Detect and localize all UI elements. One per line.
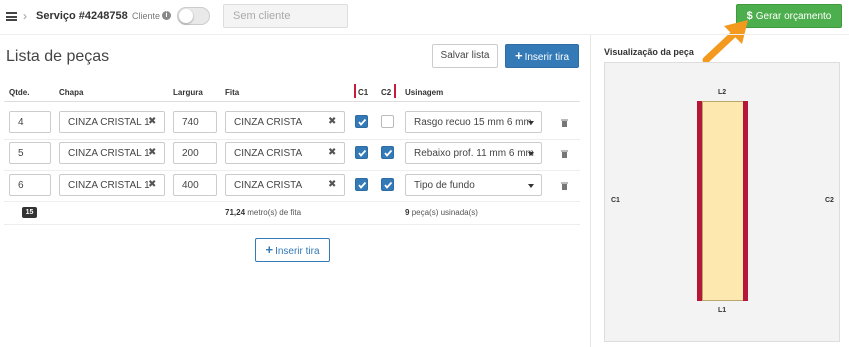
info-icon[interactable]: i [162, 11, 171, 20]
machined-total: 9 peça(s) usinada(s) [405, 208, 478, 217]
row-divider [4, 139, 580, 140]
clear-sheet-icon[interactable]: ✖ [148, 116, 156, 127]
column-header-c2: C2 [381, 88, 392, 97]
width-input[interactable]: 740 [173, 111, 217, 133]
column-header-width: Largura [173, 88, 203, 97]
machined-count-value: 9 [405, 208, 410, 217]
panel-divider [590, 35, 591, 347]
trash-icon[interactable] [561, 119, 568, 127]
clear-tape-icon[interactable]: ✖ [328, 116, 336, 127]
list-menu-icon[interactable] [6, 12, 17, 21]
header-divider [4, 101, 580, 102]
tape-meters-value: 71,24 [225, 208, 246, 217]
trash-icon[interactable] [561, 150, 568, 158]
row-divider [4, 201, 580, 202]
c2-checkbox[interactable] [381, 146, 394, 159]
column-header-machining: Usinagem [405, 88, 444, 97]
toggle-knob [179, 9, 193, 23]
top-divider [0, 34, 849, 35]
c1-checkbox[interactable] [355, 146, 368, 159]
trash-icon[interactable] [561, 182, 568, 190]
machining-select[interactable]: Rebaixo prof. 11 mm 6 mm [405, 142, 542, 164]
qty-input[interactable]: 5 [9, 142, 51, 164]
c1-checkbox[interactable] [355, 115, 368, 128]
plus-icon: + [265, 242, 274, 257]
generate-quote-label: Gerar orçamento [755, 11, 832, 22]
column-header-c1: C1 [358, 88, 369, 97]
chevron-right-icon: › [23, 9, 27, 23]
caret-down-icon [528, 121, 534, 125]
tape-meters-suffix: metro(s) de fita [247, 208, 302, 217]
column-header-qty: Qtde. [9, 88, 30, 97]
top-bar: › Serviço #4248758 Cliente i Sem cliente… [0, 0, 849, 64]
c2-edge-marker [394, 84, 396, 98]
arrow-pointer-icon [702, 20, 748, 64]
clear-tape-icon[interactable]: ✖ [328, 147, 336, 158]
label-c2: C2 [825, 197, 834, 204]
label-l2: L2 [718, 89, 727, 96]
machined-count-suffix: peça(s) usinada(s) [411, 208, 478, 217]
insert-strip-label: Inserir tira [275, 246, 320, 257]
qty-input[interactable]: 4 [9, 111, 51, 133]
tape-select[interactable]: CINZA CRISTA [225, 174, 345, 196]
client-select[interactable]: Sem cliente [223, 4, 348, 28]
service-title: Serviço #4248758 [36, 10, 128, 22]
c2-checkbox[interactable] [381, 178, 394, 191]
piece-count-badge: 15 [22, 207, 37, 218]
plus-icon: + [514, 48, 523, 63]
machining-select[interactable]: Rasgo recuo 15 mm 6 mm [405, 111, 542, 133]
c1-checkbox[interactable] [355, 178, 368, 191]
save-list-button[interactable]: Salvar lista [432, 44, 498, 68]
page-title: Lista de peças [6, 48, 110, 65]
tape-select[interactable]: CINZA CRISTA [225, 111, 345, 133]
clear-tape-icon[interactable]: ✖ [328, 179, 336, 190]
width-input[interactable]: 400 [173, 174, 217, 196]
label-c1: C1 [611, 197, 620, 204]
column-header-tape: Fita [225, 88, 240, 97]
insert-strip-button-bottom[interactable]: + Inserir tira [255, 238, 330, 262]
piece-shape [702, 101, 744, 301]
qty-input[interactable]: 6 [9, 174, 51, 196]
clear-sheet-icon[interactable]: ✖ [148, 147, 156, 158]
client-toggle[interactable] [177, 7, 210, 25]
row-divider [4, 170, 580, 171]
row-divider [4, 224, 580, 225]
preview-title: Visualização da peça [604, 47, 694, 57]
caret-down-icon [528, 184, 534, 188]
insert-strip-button[interactable]: + Inserir tira [505, 44, 579, 68]
client-label: Cliente [132, 11, 161, 21]
caret-down-icon [528, 152, 534, 156]
tape-select[interactable]: CINZA CRISTA [225, 142, 345, 164]
machining-select[interactable]: Tipo de fundo [405, 174, 542, 196]
c1-edge-marker [354, 84, 356, 98]
edge-band-c2 [743, 101, 748, 301]
c2-checkbox[interactable] [381, 115, 394, 128]
label-l1: L1 [718, 307, 727, 314]
tape-total: 71,24 metro(s) de fita [225, 208, 301, 217]
clear-sheet-icon[interactable]: ✖ [148, 179, 156, 190]
column-header-sheet: Chapa [59, 88, 84, 97]
insert-strip-label: Inserir tira [524, 52, 570, 63]
width-input[interactable]: 200 [173, 142, 217, 164]
edge-band-c1 [697, 101, 702, 301]
